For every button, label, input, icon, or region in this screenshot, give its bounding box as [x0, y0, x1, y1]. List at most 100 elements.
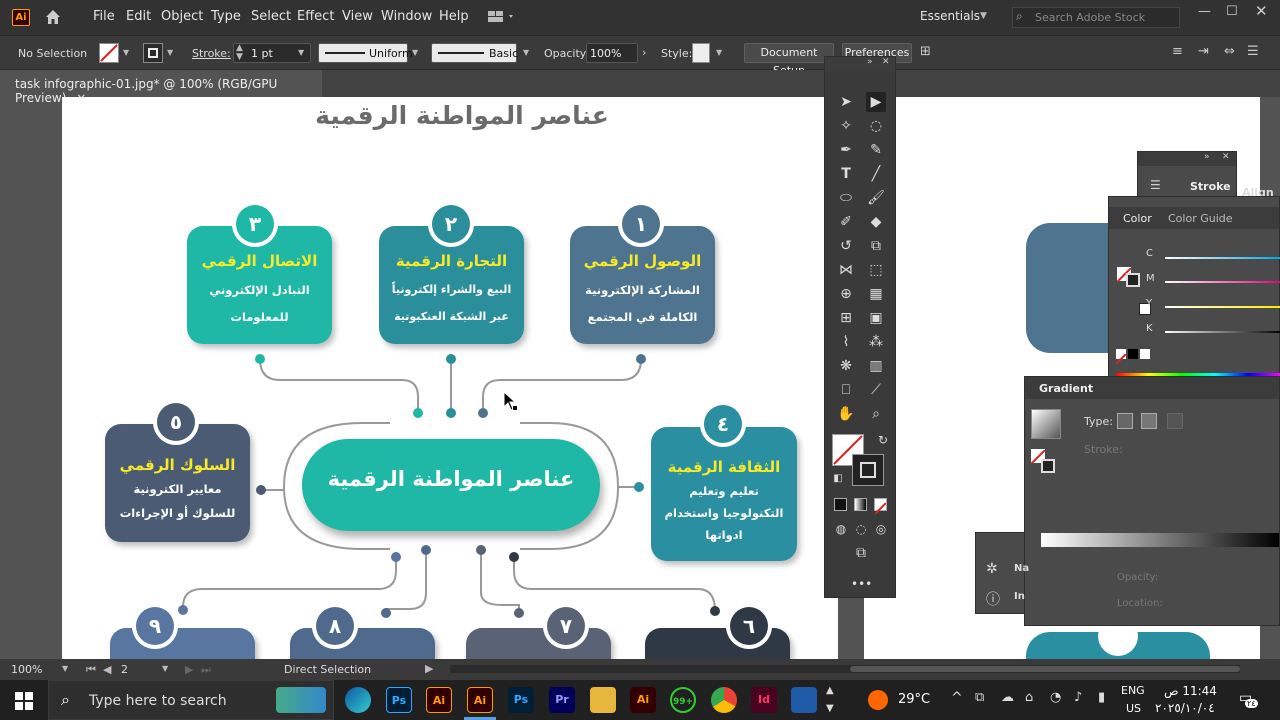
tools-panel-header[interactable]: » ✕ [825, 57, 895, 71]
chevron-down-icon[interactable]: ▼ [162, 664, 168, 673]
menu-edit[interactable]: Edit [126, 9, 151, 24]
stepper-icon[interactable]: ▲ ▼ [236, 44, 243, 62]
menu-help[interactable]: Help [439, 9, 469, 24]
stroke-weight-field[interactable]: ▲ ▼ 1 pt ▼ [233, 43, 311, 63]
photoshop-icon[interactable]: Ps [386, 687, 412, 713]
none-mode-icon[interactable] [874, 498, 887, 515]
zoom-level[interactable]: 100% [11, 663, 42, 676]
premiere-icon[interactable]: Pr [549, 687, 575, 713]
file-explorer-icon[interactable] [590, 687, 616, 713]
fill-swatch[interactable] [99, 43, 119, 63]
menu-type[interactable]: Type [211, 9, 241, 24]
channel-k-slider[interactable] [1165, 331, 1280, 333]
info-label[interactable]: In [1014, 591, 1025, 602]
channel-y-slider[interactable] [1165, 306, 1280, 308]
chevron-down-icon[interactable]: ▼ [716, 48, 722, 57]
chevron-down-icon[interactable]: ▼ [123, 48, 129, 57]
chevron-down-icon[interactable]: ▼ [62, 664, 68, 673]
eraser-tool-icon[interactable]: ◆ [866, 212, 886, 232]
chevron-down-icon[interactable]: ▼ [167, 48, 173, 57]
illustrator-3-icon[interactable]: Ai [630, 687, 656, 713]
perspective-grid-tool-icon[interactable]: ▦ [866, 284, 886, 304]
stroke-panel-title[interactable]: Stroke [1190, 180, 1231, 193]
minimize-button[interactable]: — [1198, 4, 1211, 19]
stroke-swatch[interactable] [143, 43, 163, 63]
tab-color-guide[interactable]: Color Guide [1168, 212, 1233, 225]
first-artboard-icon[interactable]: ⏮ [86, 663, 96, 677]
wifi-icon[interactable]: ◔ [1050, 690, 1061, 705]
arrange-documents-icon[interactable] [488, 10, 516, 24]
black-swatch[interactable] [1128, 349, 1138, 359]
tray-app-icon[interactable]: ⧉ [975, 690, 984, 705]
status-menu-icon[interactable]: ▶ [425, 662, 433, 675]
document-setup-button[interactable]: Document Setup [744, 43, 834, 77]
gradient-preview[interactable] [1031, 409, 1061, 439]
chevron-down-icon[interactable]: ▼ [523, 48, 529, 57]
collapse-icon[interactable]: » [1204, 152, 1210, 162]
none-swatch[interactable] [1115, 349, 1127, 365]
line-tool-icon[interactable]: ╱ [866, 164, 886, 184]
stroke-label[interactable]: Stroke: [192, 47, 231, 60]
lasso-tool-icon[interactable]: ◌ [866, 116, 886, 136]
transform-icon[interactable]: ⇔ [1224, 44, 1235, 59]
magic-wand-tool-icon[interactable]: ✧ [836, 116, 856, 136]
close-icon[interactable]: ✕ [882, 57, 890, 67]
direct-selection-tool-icon[interactable]: ▶ [866, 92, 886, 112]
chevron-right-icon[interactable]: › [642, 46, 646, 59]
collapse-icon[interactable]: » [867, 57, 873, 67]
gradient-slider[interactable] [1041, 533, 1279, 547]
draw-normal-icon[interactable]: ◍ [831, 519, 851, 539]
screen-mode-icon[interactable]: ⧉ [851, 543, 871, 563]
hand-tool-icon[interactable]: ✋ [836, 404, 856, 424]
draw-inside-icon[interactable]: ◎ [871, 519, 891, 539]
gradient-panel-header[interactable]: Gradient [1025, 377, 1279, 399]
curvature-tool-icon[interactable]: ✎ [866, 140, 886, 160]
more-tools-icon[interactable]: ••• [851, 574, 872, 594]
width-tool-icon[interactable]: ⋈ [836, 260, 856, 280]
home-icon[interactable] [44, 8, 62, 26]
white-swatch[interactable] [1140, 349, 1150, 359]
column-graph-tool-icon[interactable]: ▥ [866, 356, 886, 376]
linear-gradient-button[interactable] [1117, 413, 1133, 429]
radial-gradient-button[interactable] [1141, 413, 1157, 429]
chrome-icon[interactable] [711, 687, 737, 713]
gradient-tool-icon[interactable]: ▣ [866, 308, 886, 328]
stroke-color-box[interactable] [852, 454, 884, 486]
shape-builder-tool-icon[interactable]: ⊕ [836, 284, 856, 304]
windows-start-icon[interactable] [15, 692, 33, 714]
menu-file[interactable]: File [93, 9, 115, 24]
menu-view[interactable]: View [342, 9, 373, 24]
scale-tool-icon[interactable]: ⧉ [866, 236, 886, 256]
workspace-switcher[interactable]: Essentials [920, 9, 980, 23]
freeform-gradient-button[interactable] [1167, 413, 1183, 429]
panel-menu-icon[interactable]: ☰ [1150, 178, 1161, 192]
store-icon[interactable] [791, 687, 817, 713]
pen-tool-icon[interactable]: ✒ [836, 140, 856, 160]
type-tool-icon[interactable]: T [836, 164, 856, 184]
photoshop-2-icon[interactable]: Ps [508, 687, 534, 713]
slice-tool-icon[interactable]: ⟋ [866, 380, 886, 400]
navigator-label[interactable]: Na [1014, 563, 1029, 574]
illustrator-icon[interactable]: Ai [426, 687, 452, 713]
gradient-mode-icon[interactable] [854, 498, 867, 511]
paintbrush-tool-icon[interactable]: 🖌 [866, 188, 886, 208]
region-indicator[interactable]: US [1126, 702, 1141, 715]
artboard-tool-icon[interactable]: ⎕ [836, 380, 856, 400]
menu-select[interactable]: Select [251, 9, 291, 24]
chevron-down-icon[interactable]: ▼ [412, 48, 418, 57]
whatsapp-icon[interactable]: 99+ [670, 687, 696, 713]
clock-time[interactable]: 11:44 ص [1164, 684, 1217, 698]
stroke-swatch[interactable] [1126, 273, 1140, 287]
channel-c-slider[interactable] [1165, 257, 1280, 259]
prev-artboard-icon[interactable]: ◀ [103, 663, 111, 676]
opacity-field[interactable]: 100% [586, 43, 638, 63]
symbol-sprayer-tool-icon[interactable]: ❋ [836, 356, 856, 376]
blend-tool-icon[interactable]: ⁂ [866, 332, 886, 352]
rotate-tool-icon[interactable]: ↺ [836, 236, 856, 256]
temperature[interactable]: 29°C [898, 692, 930, 707]
horizontal-scrollbar[interactable] [450, 665, 1240, 673]
stroke-swatch[interactable] [1041, 459, 1055, 473]
align-icon[interactable]: ≡ [1172, 44, 1183, 59]
menu-effect[interactable]: Effect [297, 9, 334, 24]
document-tab[interactable]: task infographic-01.jpg* @ 100% (RGB/GPU… [0, 70, 322, 105]
